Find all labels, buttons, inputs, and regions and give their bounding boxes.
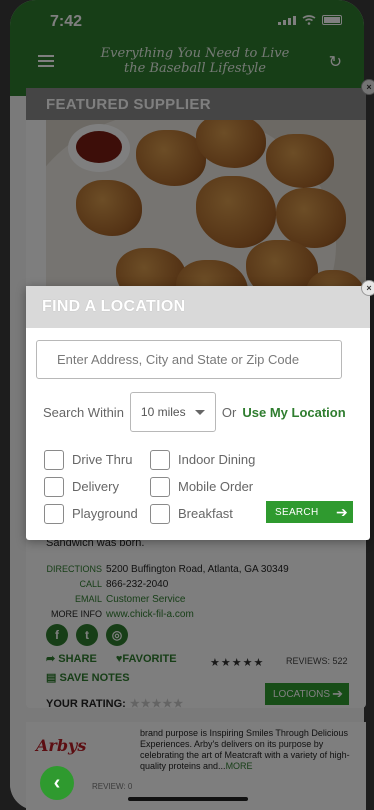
address-input[interactable] <box>36 340 342 379</box>
option-label: Indoor Dining <box>178 452 256 467</box>
phone-screen: 7:42 Everything You Need to Live the Bas… <box>0 0 374 810</box>
search-button[interactable]: SEARCH ➔ <box>266 501 353 523</box>
checkbox-box[interactable] <box>44 476 64 497</box>
checkbox-box[interactable] <box>150 449 170 470</box>
checkbox-indoor-dining[interactable]: Indoor Dining <box>150 449 256 470</box>
option-label: Mobile Order <box>178 479 254 494</box>
checkbox-box[interactable] <box>150 476 170 497</box>
search-within-label: Search Within <box>43 404 124 420</box>
checkbox-delivery[interactable]: Delivery <box>44 476 150 497</box>
home-indicator[interactable] <box>128 797 248 801</box>
arrow-right-icon: ➔ <box>335 503 348 520</box>
checkbox-breakfast[interactable]: Breakfast <box>150 503 233 524</box>
filter-options: Drive Thru Indoor Dining Delivery Mobile… <box>44 446 255 527</box>
use-my-location-link[interactable]: Use My Location <box>242 405 345 420</box>
distance-value: 10 miles <box>140 405 186 419</box>
chevron-down-icon <box>194 409 205 415</box>
chevron-left-icon: ‹ <box>53 771 61 794</box>
checkbox-box[interactable] <box>44 449 64 470</box>
find-location-modal: FIND A LOCATION Search Within 10 miles O… <box>26 286 370 540</box>
option-label: Breakfast <box>178 506 233 521</box>
checkbox-box[interactable] <box>44 503 64 524</box>
option-label: Delivery <box>72 479 119 494</box>
checkbox-box[interactable] <box>150 503 170 524</box>
option-label: Drive Thru <box>72 452 133 467</box>
or-label: Or <box>221 404 237 420</box>
close-icon[interactable]: × <box>361 280 374 296</box>
checkbox-drive-thru[interactable]: Drive Thru <box>44 449 150 470</box>
modal-title: FIND A LOCATION <box>26 286 370 328</box>
search-label: SEARCH <box>275 506 319 518</box>
checkbox-playground[interactable]: Playground <box>44 503 150 524</box>
checkbox-mobile-order[interactable]: Mobile Order <box>150 476 254 497</box>
distance-select[interactable]: 10 miles <box>129 392 216 432</box>
option-label: Playground <box>72 506 138 521</box>
back-button[interactable]: ‹ <box>40 766 74 800</box>
search-within-row: Search Within 10 miles Or Use My Locatio… <box>43 392 346 432</box>
